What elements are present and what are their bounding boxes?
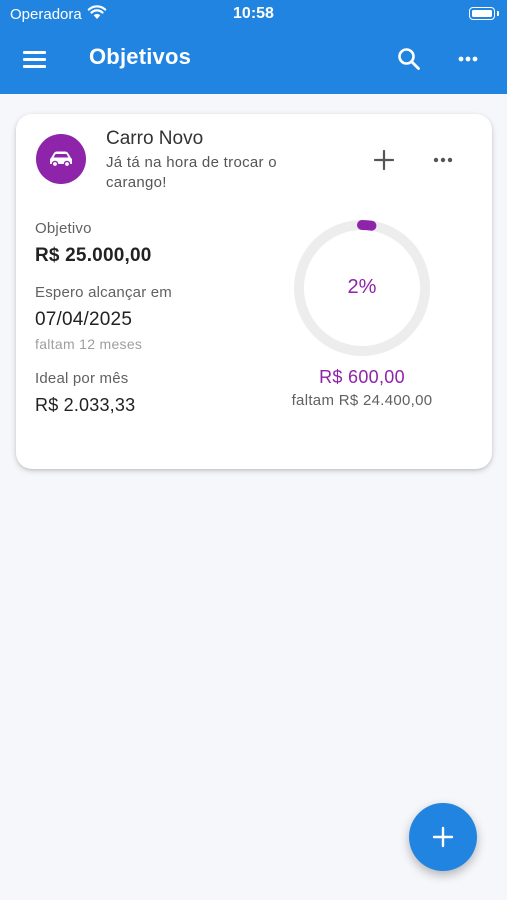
menu-icon[interactable]	[22, 48, 48, 70]
target-date-value: 07/04/2025	[35, 309, 133, 330]
monthly-label: Ideal por mês	[35, 370, 129, 387]
objective-label: Objetivo	[35, 220, 92, 237]
objective-value: R$ 25.000,00	[35, 245, 152, 266]
battery-cap	[497, 11, 499, 16]
target-date-label: Espero alcançar em	[35, 284, 172, 301]
page-title: Objetivos	[89, 44, 192, 69]
goal-name: Carro Novo	[106, 128, 204, 149]
app-bar: Operadora 10:58 Objetivos	[0, 0, 507, 94]
plus-icon	[432, 826, 454, 848]
add-goal-button[interactable]	[409, 803, 477, 871]
goal-card[interactable]: Carro Novo Já tá na hora de trocar o car…	[16, 114, 492, 469]
battery-icon	[469, 7, 495, 20]
status-time: 10:58	[233, 5, 274, 22]
goal-description: Já tá na hora de trocar o carango!	[106, 154, 277, 191]
search-icon[interactable]	[396, 46, 422, 72]
more-horizontal-icon[interactable]	[453, 48, 483, 70]
saved-amount: R$ 600,00	[319, 367, 405, 387]
monthly-value: R$ 2.033,33	[35, 395, 136, 415]
status-bar: Operadora 10:58	[0, 0, 507, 28]
progress-percent: 2%	[347, 276, 377, 298]
remaining-amount: faltam R$ 24.400,00	[291, 392, 433, 409]
time-left: faltam 12 meses	[35, 336, 143, 352]
goal-avatar	[36, 134, 86, 184]
car-icon	[50, 151, 72, 168]
more-horizontal-icon[interactable]	[430, 150, 456, 170]
plus-icon[interactable]	[372, 148, 396, 172]
